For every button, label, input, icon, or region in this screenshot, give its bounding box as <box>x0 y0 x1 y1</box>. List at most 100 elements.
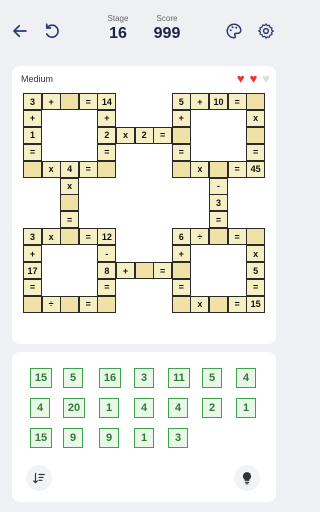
empty-grid-cell[interactable] <box>23 160 42 178</box>
empty-grid-cell[interactable] <box>209 228 228 246</box>
grid-cell: 3 <box>209 194 228 212</box>
grid-cell: ÷ <box>190 228 210 246</box>
number-tile[interactable]: 1 <box>134 428 154 448</box>
grid-cell: = <box>78 160 98 178</box>
grid-cell: = <box>23 143 42 161</box>
number-tile[interactable]: 16 <box>99 368 121 388</box>
empty-grid-cell[interactable] <box>60 194 80 212</box>
top-bar: Stage 16 Score 999 <box>0 0 288 56</box>
empty-grid-cell[interactable] <box>134 262 154 279</box>
grid-cell: = <box>153 126 173 144</box>
number-tile[interactable]: 1 <box>236 398 256 418</box>
lives-hearts: ♥ ♥ ♥ <box>237 72 270 85</box>
empty-grid-cell[interactable] <box>60 93 80 110</box>
grid-cell: + <box>171 109 191 127</box>
hint-button[interactable] <box>234 465 260 491</box>
grid-cell: = <box>60 211 80 229</box>
grid-cell: 5 <box>246 262 266 279</box>
grid-cell: x <box>116 126 135 144</box>
grid-cell: = <box>227 228 247 246</box>
empty-grid-cell[interactable] <box>97 160 117 178</box>
grid-cell: 10 <box>209 93 228 110</box>
heart-icon: ♥ <box>249 71 258 86</box>
grid-cell: + <box>97 109 117 127</box>
score-value: 999 <box>153 25 181 42</box>
empty-grid-cell[interactable] <box>246 93 266 110</box>
empty-grid-cell[interactable] <box>171 160 191 178</box>
grid-cell: 4 <box>60 160 80 178</box>
number-tile[interactable]: 4 <box>168 398 188 418</box>
stage-value: 16 <box>109 25 127 42</box>
number-tile[interactable]: 15 <box>30 428 52 448</box>
stage-display: Stage 16 <box>100 14 136 43</box>
number-tile[interactable]: 11 <box>168 368 190 388</box>
empty-grid-cell[interactable] <box>209 160 228 178</box>
grid-cell: - <box>209 177 228 195</box>
restart-icon[interactable] <box>40 19 64 43</box>
empty-grid-cell[interactable] <box>171 295 191 313</box>
stage-label: Stage <box>107 14 129 23</box>
number-tile[interactable]: 15 <box>30 368 52 388</box>
grid-cell: 45 <box>246 160 266 178</box>
grid-cell: = <box>171 143 191 161</box>
number-tile[interactable]: 3 <box>134 368 154 388</box>
grid-cell: = <box>227 93 247 110</box>
grid-cell: + <box>23 245 42 263</box>
difficulty-label: Medium <box>21 74 54 84</box>
grid-cell: x <box>190 160 210 178</box>
grid-cell: x <box>60 177 80 195</box>
empty-grid-cell[interactable] <box>60 295 80 313</box>
number-tile[interactable]: 4 <box>134 398 154 418</box>
number-tile[interactable]: 2 <box>202 398 222 418</box>
grid-cell: = <box>23 278 42 296</box>
grid-cell: 2 <box>134 126 154 144</box>
heart-icon: ♥ <box>236 71 245 86</box>
grid-cell: 1 <box>23 126 42 144</box>
empty-grid-cell[interactable] <box>209 295 228 313</box>
grid-cell: x <box>190 295 210 313</box>
palette-icon[interactable] <box>222 19 246 43</box>
grid-cell: + <box>171 245 191 263</box>
number-tile[interactable]: 5 <box>202 368 222 388</box>
grid-cell: ÷ <box>41 295 61 313</box>
empty-grid-cell[interactable] <box>171 126 191 144</box>
number-tile[interactable]: 9 <box>99 428 119 448</box>
number-tile[interactable]: 20 <box>63 398 85 418</box>
empty-grid-cell[interactable] <box>60 228 80 246</box>
grid-cell: - <box>97 245 117 263</box>
number-tile[interactable]: 5 <box>63 368 83 388</box>
grid-cell: x <box>246 245 266 263</box>
grid-cell: = <box>246 278 266 296</box>
settings-gear-icon[interactable] <box>254 19 278 43</box>
number-tile[interactable]: 1 <box>99 398 119 418</box>
grid-cell: = <box>171 278 191 296</box>
grid-cell: = <box>227 160 247 178</box>
empty-grid-cell[interactable] <box>246 228 266 246</box>
grid-cell: 15 <box>246 295 266 313</box>
heart-icon: ♥ <box>262 71 270 86</box>
sort-button[interactable] <box>26 465 52 491</box>
back-arrow-icon[interactable] <box>8 19 32 43</box>
grid-cell: + <box>190 93 210 110</box>
number-tile[interactable]: 9 <box>63 428 83 448</box>
grid-cell: = <box>246 143 266 161</box>
grid-cell: 14 <box>97 93 117 110</box>
grid-cell: 17 <box>23 262 42 279</box>
grid-cell: 12 <box>97 228 117 246</box>
empty-grid-cell[interactable] <box>23 295 42 313</box>
number-tile[interactable]: 4 <box>236 368 256 388</box>
empty-grid-cell[interactable] <box>97 295 117 313</box>
grid-cell: = <box>78 228 98 246</box>
grid-cell: 3 <box>23 93 42 110</box>
sort-icon <box>33 472 45 484</box>
grid-cell: + <box>23 109 42 127</box>
number-tile[interactable]: 4 <box>30 398 50 418</box>
grid-cell: 6 <box>171 228 191 246</box>
grid-cell: + <box>116 262 135 279</box>
empty-grid-cell[interactable] <box>171 262 191 279</box>
lightbulb-icon <box>242 472 252 485</box>
grid-cell: = <box>97 278 117 296</box>
grid-cell: 5 <box>171 93 191 110</box>
number-tile[interactable]: 3 <box>168 428 188 448</box>
empty-grid-cell[interactable] <box>246 126 266 144</box>
